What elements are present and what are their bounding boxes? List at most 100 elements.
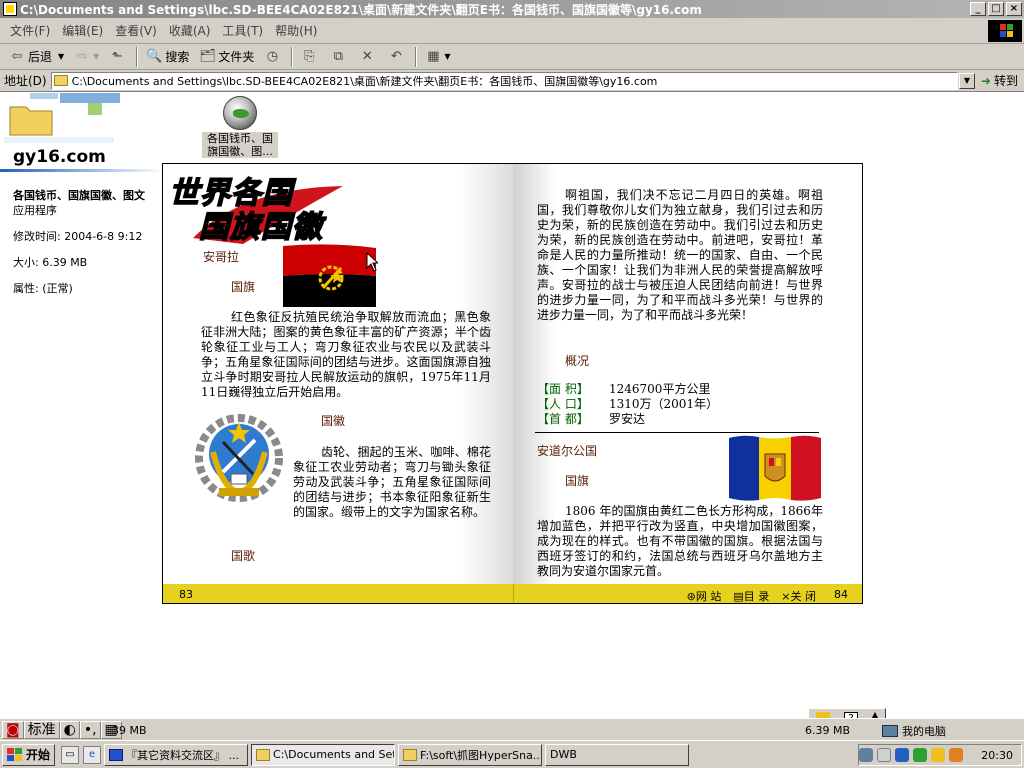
search-button[interactable]: 🔍 搜索: [141, 46, 194, 68]
flag-heading: 国旗: [231, 280, 256, 294]
country-name-andorra: 安道尔公国: [537, 444, 598, 458]
copy-to-icon: ⧉: [333, 48, 343, 64]
taskbar-item-2[interactable]: C:\Documents and Set...: [251, 743, 396, 766]
menu-help[interactable]: 帮助(H): [269, 22, 323, 39]
folders-button[interactable]: 🗂 文件夹: [194, 46, 259, 68]
status-size-right: 6.39 MB: [805, 724, 851, 737]
taskbar-item-3[interactable]: F:\soft\抓图HyperSna...: [398, 743, 543, 766]
stat-row-area: 【面 积】 1246700平方公里: [537, 382, 711, 396]
website-link[interactable]: ⊛网 站: [686, 588, 722, 603]
search-icon: 🔍: [146, 48, 163, 64]
my-computer-icon: [882, 725, 898, 737]
menu-tools[interactable]: 工具(T): [216, 22, 269, 39]
up-folder-button[interactable]: ⬑: [104, 46, 133, 68]
back-dropdown-icon[interactable]: ▼: [58, 52, 64, 61]
undo-icon: ↶: [390, 48, 402, 64]
menu-bar: 文件(F) 编辑(E) 查看(V) 收藏(A) 工具(T) 帮助(H): [0, 18, 1024, 44]
tray-app-icon[interactable]: [913, 748, 928, 762]
overview-heading: 概况: [565, 354, 590, 368]
views-grid-icon: ▦: [427, 48, 440, 64]
ie-icon[interactable]: e: [83, 745, 102, 764]
undo-button[interactable]: ↶: [383, 46, 412, 68]
tray-messenger-icon[interactable]: [949, 748, 964, 762]
taskbar-item-4[interactable]: DWB: [545, 743, 690, 766]
back-button[interactable]: ⇦ 后退 ▼: [4, 46, 69, 68]
delete-button[interactable]: ✕: [354, 46, 383, 68]
move-to-button[interactable]: ⎘: [296, 46, 325, 68]
toolbar-separator: [136, 46, 139, 67]
ime-toolbar: ◙ 标准 ◐ •, ▦: [2, 720, 122, 740]
maximize-button[interactable]: □: [988, 2, 1004, 16]
go-arrow-icon: ➜: [980, 73, 991, 88]
copy-to-button[interactable]: ⧉: [325, 46, 354, 68]
status-zone: 我的电脑: [882, 723, 946, 739]
selected-file-modified: 修改时间: 2004-6-8 9:12: [13, 230, 143, 243]
country-name-angola: 安哥拉: [203, 250, 240, 264]
history-button[interactable]: ◷: [259, 46, 288, 68]
page-number-right: 84: [834, 588, 848, 601]
menu-favorites[interactable]: 收藏(A): [163, 22, 217, 39]
menu-view[interactable]: 查看(V): [109, 22, 163, 39]
start-button[interactable]: 开始: [2, 743, 56, 766]
windows-flag-icon: [7, 747, 23, 762]
andorra-flag-image: [729, 435, 821, 501]
tray-network-icon[interactable]: [859, 748, 874, 762]
selected-file-type: 应用程序: [13, 204, 57, 217]
folder-info-title: gy16.com: [13, 147, 106, 167]
toolbar-separator: [291, 46, 294, 67]
quick-launch: ▭ e: [61, 745, 102, 764]
forward-dropdown-icon[interactable]: ▼: [93, 52, 99, 61]
close-book-link[interactable]: ×关 闭: [781, 588, 816, 603]
book-nav-links: ⊛网 站 ▤目 录 ×关 闭: [686, 588, 816, 603]
flag-description: 红色象征反抗殖民统治争取解放而流血；黑色象征非洲大陆；图案的黄色象征丰富的矿产资…: [201, 310, 491, 399]
folder-icon: [53, 75, 68, 86]
address-input[interactable]: C:\Documents and Settings\lbc.SD-BEE4CA0…: [50, 71, 958, 90]
book-title-line2: 国旗国徽: [198, 209, 323, 246]
book-page-right: 啊祖国，我们决不忘记二月四日的英雄。啊祖国，我们尊敬你儿女们为独立献身，我们引过…: [513, 164, 862, 584]
up-folder-icon: ⬑: [111, 48, 123, 64]
toolbar: ⇦ 后退 ▼ ⇨ ▼ ⬑ 🔍 搜索 🗂 文件夹 ◷ ⎘ ⧉ ✕ ↶ ▦ ▼: [0, 44, 1024, 70]
menu-file[interactable]: 文件(F): [4, 22, 56, 39]
views-button[interactable]: ▦ ▼: [420, 46, 455, 68]
close-button[interactable]: ×: [1006, 2, 1022, 16]
ime-mode-button[interactable]: 标准: [23, 720, 60, 739]
folder-task-icon: [256, 748, 271, 761]
windows-logo-icon: [988, 20, 1022, 42]
app-icon[interactable]: [3, 2, 17, 16]
status-bar: ◙ 标准 ◐ •, ▦ 39 MB 6.39 MB 我的电脑: [0, 718, 1024, 740]
emblem-heading: 国徽: [321, 414, 346, 428]
section-divider: [535, 432, 819, 433]
tray-user-icon[interactable]: [931, 748, 946, 762]
selected-file-size: 大小: 6.39 MB: [13, 256, 88, 269]
show-desktop-icon[interactable]: ▭: [61, 745, 80, 764]
move-to-icon: ⎘: [304, 48, 315, 64]
tray-volume-icon[interactable]: [877, 748, 892, 762]
taskbar: 开始 ▭ e 『其它资料交流区』 ... C:\Documents and Se…: [0, 740, 1024, 768]
address-dropdown-button[interactable]: ▼: [958, 72, 975, 89]
delete-icon: ✕: [361, 48, 373, 64]
status-size-left: 39 MB: [112, 724, 147, 737]
go-button[interactable]: ➜ 转到: [975, 72, 1024, 89]
anthem-heading: 国歌: [231, 549, 256, 563]
menu-edit[interactable]: 编辑(E): [56, 22, 109, 39]
tray-shield-icon[interactable]: [895, 748, 910, 762]
contents-link[interactable]: ▤目 录: [733, 588, 769, 603]
taskbar-item-1[interactable]: 『其它资料交流区』 ...: [104, 743, 249, 766]
stat-row-population: 【人 口】 1310万（2001年）: [537, 397, 719, 411]
folder-banner-icon: [0, 93, 120, 145]
forward-button[interactable]: ⇨ ▼: [69, 46, 104, 68]
window-title: C:\Documents and Settings\lbc.SD-BEE4CA0…: [20, 2, 702, 17]
minimize-button[interactable]: _: [970, 2, 986, 16]
close-x-icon: ×: [781, 590, 791, 603]
ime-halfwidth-icon[interactable]: ◐: [59, 720, 80, 739]
book-footer-bar: 83 ⊛网 站 ▤目 录 ×关 闭 84: [163, 584, 862, 603]
history-icon: ◷: [266, 48, 279, 64]
file-item-gy16[interactable]: 各国钱币、国旗国徽、图...: [202, 96, 278, 158]
address-bar: 地址(D) C:\Documents and Settings\lbc.SD-B…: [0, 70, 1024, 92]
title-bar[interactable]: C:\Documents and Settings\lbc.SD-BEE4CA0…: [0, 0, 1024, 18]
ime-logo-icon[interactable]: ◙: [2, 720, 24, 739]
angola-flag-image: [283, 244, 376, 307]
ime-punctuation-icon[interactable]: •,: [79, 720, 101, 739]
globe-icon: ⊛: [686, 590, 696, 603]
cd-app-icon: [223, 96, 257, 130]
